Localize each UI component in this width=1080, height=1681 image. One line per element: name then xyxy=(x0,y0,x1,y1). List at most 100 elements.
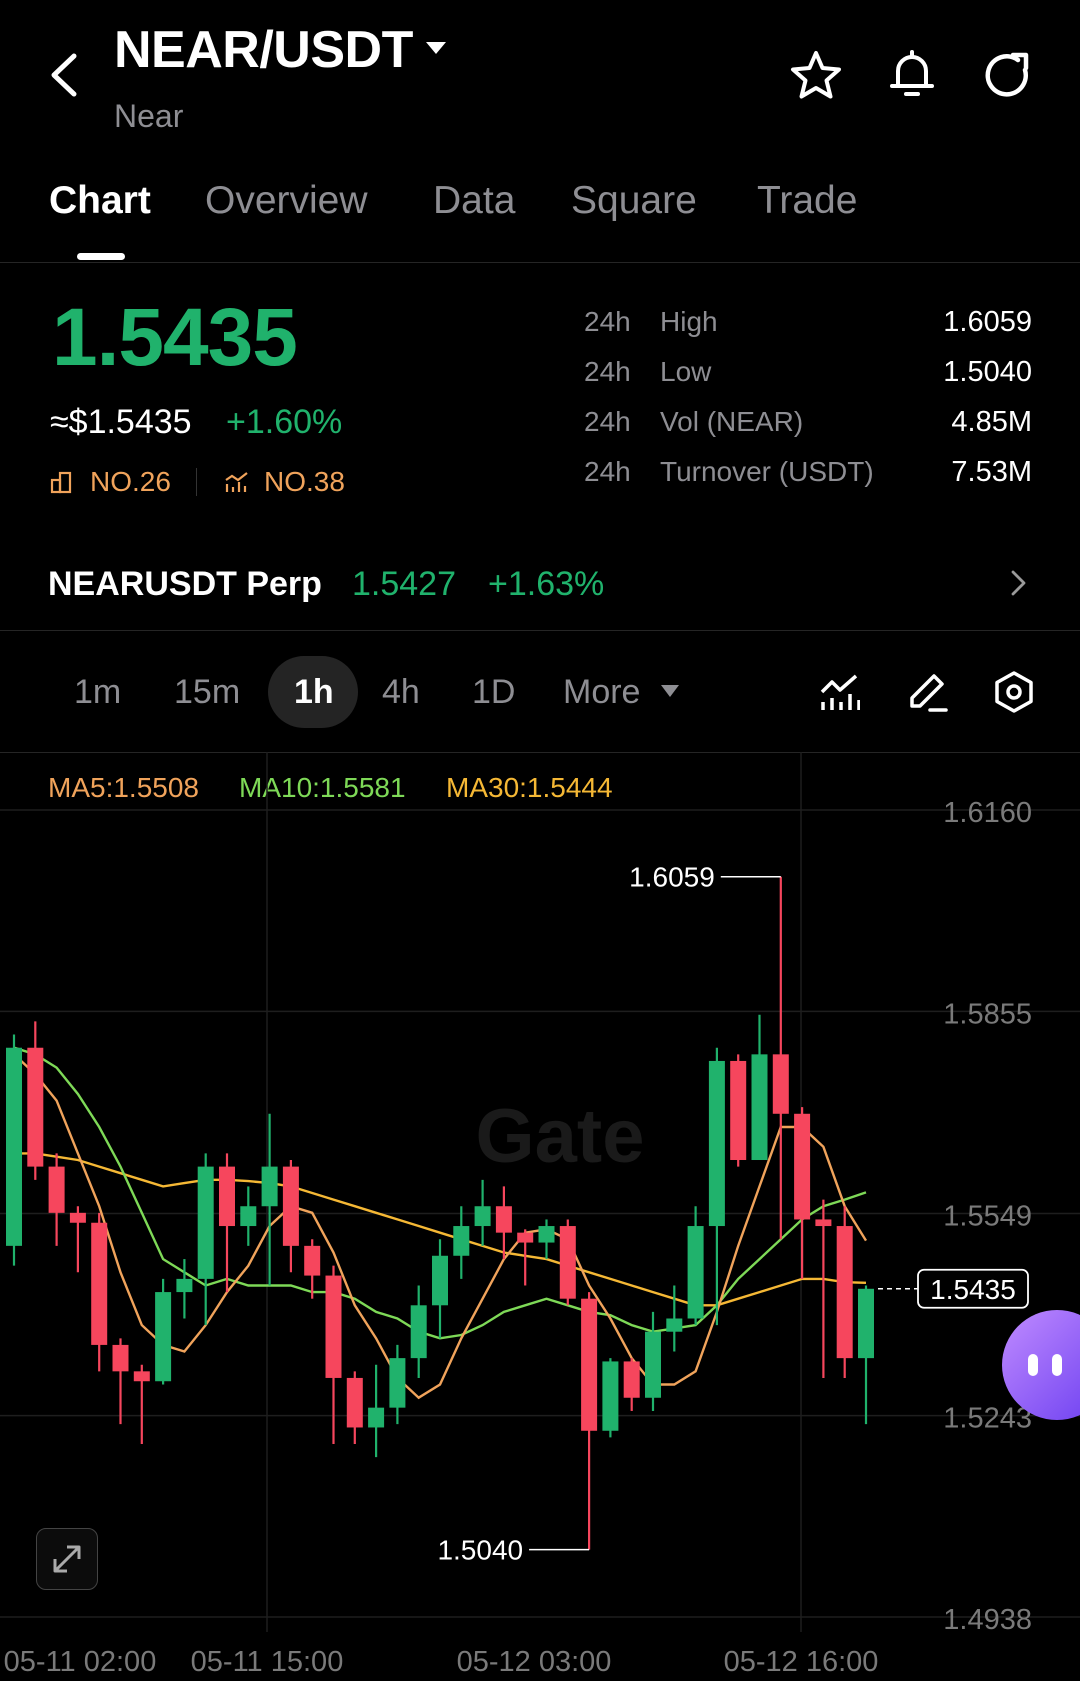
interval-1h[interactable]: 1h xyxy=(294,670,334,714)
assistant-eye-left xyxy=(1028,1354,1038,1376)
candle-body xyxy=(836,1226,853,1359)
interval-more[interactable]: More xyxy=(563,670,640,714)
y-tick-label: 1.4938 xyxy=(943,1604,1032,1636)
y-tick-label: 1.5549 xyxy=(943,1201,1032,1233)
last-price-label: 1.5435 xyxy=(930,1274,1016,1305)
candle-body xyxy=(581,1298,598,1431)
stat-vol-label: Vol (NEAR) xyxy=(660,406,804,437)
candle-body xyxy=(240,1206,257,1227)
change-percent: +1.60% xyxy=(226,403,343,441)
rank-market-cap[interactable]: NO.26 xyxy=(90,464,171,500)
pair-title[interactable]: NEAR/USDT xyxy=(114,18,413,82)
chevron-right-icon[interactable] xyxy=(1008,566,1030,600)
last-price: 1.5435 xyxy=(52,292,298,383)
perp-divider xyxy=(0,630,1080,631)
star-icon[interactable] xyxy=(788,48,844,104)
stat-high-label: High xyxy=(660,306,718,337)
rank-volume[interactable]: NO.38 xyxy=(264,464,345,500)
y-tick-label: 1.6160 xyxy=(943,797,1032,829)
candle-body xyxy=(687,1226,704,1319)
candle-body xyxy=(453,1226,470,1256)
tab-chart[interactable]: Chart xyxy=(49,176,151,226)
candle-body xyxy=(666,1318,683,1332)
y-tick-label: 1.5855 xyxy=(943,998,1032,1030)
y-tick-label: 1.5243 xyxy=(943,1403,1032,1435)
refresh-icon[interactable] xyxy=(980,48,1036,104)
back-icon[interactable] xyxy=(44,50,84,100)
stat-low-period: 24h xyxy=(584,356,631,387)
stat-high-value: 1.6059 xyxy=(943,306,1032,338)
watermark-text: Gate xyxy=(476,1094,645,1179)
draw-pencil-icon[interactable] xyxy=(906,670,950,714)
candle-body xyxy=(304,1245,321,1276)
x-tick-label: 05-12 16:00 xyxy=(724,1646,879,1678)
bell-icon[interactable] xyxy=(884,46,940,102)
low-marker-label: 1.5040 xyxy=(437,1535,523,1566)
candle-body xyxy=(27,1047,44,1167)
interval-15m[interactable]: 15m xyxy=(174,670,240,714)
candle-body xyxy=(815,1219,832,1227)
candle-body xyxy=(708,1060,725,1227)
rank-divider xyxy=(196,468,197,496)
tabs-divider xyxy=(0,262,1080,263)
price-chart[interactable]: Gate 1.6160 1.5855 1.5549 1.5243 1.4938 05-1… xyxy=(0,752,1080,1681)
stat-turnover-period: 24h xyxy=(584,456,631,487)
candle-body xyxy=(538,1226,555,1243)
candle-body xyxy=(219,1166,235,1227)
caret-down-icon[interactable] xyxy=(424,40,448,56)
perp-name[interactable]: NEARUSDT Perp xyxy=(48,562,322,606)
x-tick-label: 05-11 02:00 xyxy=(4,1646,157,1678)
candle-body xyxy=(858,1288,874,1359)
candle-body xyxy=(410,1305,427,1359)
stat-turnover-label: Turnover (USDT) xyxy=(660,456,874,487)
candle-body xyxy=(261,1166,278,1207)
candle-body xyxy=(112,1344,129,1372)
candle-body xyxy=(325,1275,342,1378)
candle-body xyxy=(772,1054,789,1114)
candle-body xyxy=(133,1371,150,1382)
candle-body xyxy=(559,1226,576,1299)
candle-body xyxy=(346,1377,363,1428)
tab-overview[interactable]: Overview xyxy=(205,176,368,226)
stat-turnover-value: 7.53M xyxy=(951,456,1032,488)
candle-body xyxy=(645,1331,661,1398)
candle-body xyxy=(155,1292,172,1382)
settings-icon[interactable] xyxy=(992,670,1036,714)
interval-1d[interactable]: 1D xyxy=(472,670,515,714)
candle-body xyxy=(69,1212,86,1223)
candle-body xyxy=(389,1358,406,1408)
high-marker-label: 1.6059 xyxy=(629,862,715,893)
stat-high-period: 24h xyxy=(584,306,631,337)
tab-trade[interactable]: Trade xyxy=(757,176,857,226)
perp-price: 1.5427 xyxy=(352,565,456,603)
candle-body xyxy=(368,1407,385,1428)
candle-body xyxy=(623,1361,640,1398)
asset-name: Near xyxy=(114,98,184,134)
x-tick-label: 05-11 15:00 xyxy=(191,1646,344,1678)
expand-icon[interactable] xyxy=(36,1528,98,1590)
stat-low-value: 1.5040 xyxy=(943,356,1032,388)
candle-body xyxy=(751,1054,768,1161)
stat-vol-period: 24h xyxy=(584,406,631,437)
candle-body xyxy=(730,1060,747,1161)
candle-body xyxy=(474,1206,491,1227)
tab-square[interactable]: Square xyxy=(571,176,697,226)
candle-body xyxy=(176,1278,193,1293)
tab-data[interactable]: Data xyxy=(433,176,515,226)
trend-rank-icon xyxy=(224,470,250,494)
candle-body xyxy=(517,1232,534,1243)
caret-down-icon[interactable] xyxy=(660,684,680,698)
candle-body xyxy=(197,1166,214,1279)
interval-4h[interactable]: 4h xyxy=(382,670,420,714)
y-axis: 1.6160 1.5855 1.5549 1.5243 1.4938 xyxy=(943,797,1032,1636)
indicator-icon[interactable] xyxy=(820,672,860,712)
chart-grid xyxy=(0,752,1080,1632)
interval-1m[interactable]: 1m xyxy=(74,670,121,714)
stat-vol-value: 4.85M xyxy=(951,406,1032,438)
bar-rank-icon xyxy=(50,470,74,494)
candle-body xyxy=(432,1255,448,1306)
perp-change: +1.63% xyxy=(488,565,605,603)
active-tab-indicator xyxy=(77,253,125,260)
candle-body xyxy=(6,1047,22,1246)
candle-body xyxy=(48,1166,65,1213)
